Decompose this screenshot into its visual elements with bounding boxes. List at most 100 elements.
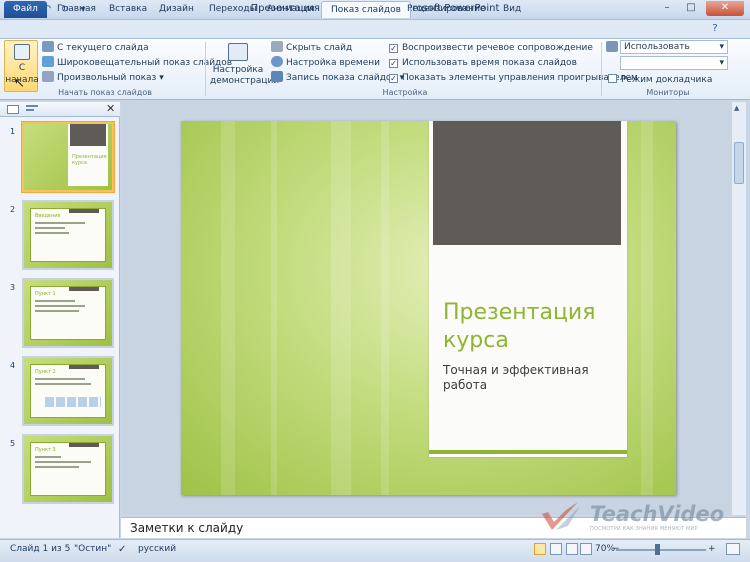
thumbnail-number: 4	[10, 361, 16, 370]
tab-transitions[interactable]: Переходы	[200, 1, 266, 18]
slide-icon	[42, 41, 54, 52]
custom-show-button[interactable]: Произвольный показ ▾	[42, 71, 164, 85]
hide-slide-icon	[271, 41, 283, 52]
slideshow-view-icon[interactable]	[580, 543, 592, 555]
slide-thumbnail-5[interactable]: Пункт 3	[22, 434, 114, 504]
record-label: Запись показа слайдов	[286, 73, 397, 83]
reading-view-icon[interactable]	[566, 543, 578, 555]
language-indicator[interactable]: русский	[138, 544, 176, 554]
tab-home[interactable]: Главная	[48, 1, 105, 18]
thumbnail-title: Введение	[35, 213, 61, 219]
checkbox-checked-icon: ✓	[389, 59, 398, 68]
hide-slide-button[interactable]: Скрыть слайд	[271, 41, 352, 55]
scrollbar-thumb[interactable]	[734, 142, 744, 184]
maximize-button[interactable]: □	[680, 1, 702, 16]
notes-placeholder[interactable]: Заметки к слайду	[130, 521, 243, 535]
slideshow-icon	[14, 44, 30, 60]
thumbnail-number: 1	[10, 127, 16, 136]
thumbnail-diagram	[45, 397, 101, 407]
group-label-start: Начать показ слайдов	[58, 88, 152, 97]
tab-file[interactable]: Файл	[4, 1, 47, 18]
media-controls-label: Показать элементы управления проигрывате…	[402, 73, 638, 83]
ribbon-tab-bar	[0, 20, 750, 38]
slide-title[interactable]: Презентация курса	[443, 299, 623, 355]
group-label-setup: Настройка	[382, 88, 428, 97]
watermark-tagline: ПОСМОТРИ КАК ЗНАНИЯ МЕНЯЮТ МИР	[590, 526, 698, 532]
slide-thumbnail-4[interactable]: Пункт 2	[22, 356, 114, 426]
custom-show-label: Произвольный показ	[57, 73, 157, 83]
thumbnail-title: Презентация курса	[72, 154, 107, 166]
setup-slideshow-button[interactable]: Настройка демонстрации	[210, 41, 280, 89]
thumbnail-number: 5	[10, 439, 16, 448]
resolution-dropdown[interactable]: Использовать текуще... ▾	[620, 40, 728, 64]
mouse-cursor-icon: ↖	[14, 76, 25, 91]
monitor-icon	[606, 41, 618, 52]
outline-tab-icon[interactable]	[26, 105, 38, 114]
zoom-slider-thumb[interactable]	[655, 544, 660, 555]
tab-insert[interactable]: Вставка	[100, 1, 156, 18]
tab-view[interactable]: Вид	[494, 1, 530, 18]
theme-name[interactable]: "Остин"	[74, 544, 111, 554]
checkbox-icon	[608, 74, 617, 83]
slide-counter: Слайд 1 из 5	[10, 544, 71, 554]
slide-thumbnail-2[interactable]: Введение	[22, 200, 114, 270]
from-current-slide-button[interactable]: С текущего слайда	[42, 41, 149, 55]
broadcast-icon	[42, 56, 54, 67]
clock-icon	[271, 56, 283, 67]
slide-thumbnail-3[interactable]: Пункт 1	[22, 278, 114, 348]
thumbnail-title: Пункт 1	[35, 291, 56, 297]
chevron-down-icon: ▾	[156, 73, 164, 83]
setup-line2: демонстрации	[210, 76, 280, 86]
slide-canvas[interactable]: Презентация курса Точная и эффективная р…	[181, 121, 676, 495]
show-on-dropdown[interactable]: ▾	[620, 56, 728, 70]
close-button[interactable]: ✕	[706, 1, 744, 16]
tab-animations[interactable]: Анимация	[258, 1, 324, 18]
minimize-button[interactable]: –	[656, 1, 678, 16]
checkbox-checked-icon: ✓	[389, 44, 398, 53]
chevron-down-icon: ▾	[719, 58, 724, 68]
tab-design[interactable]: Дизайн	[150, 1, 203, 18]
thumbnail-number: 2	[10, 205, 16, 214]
title-card-accent-line	[429, 450, 627, 454]
record-icon	[271, 71, 283, 82]
zoom-slider[interactable]	[616, 549, 706, 551]
slide-sorter-icon[interactable]	[550, 543, 562, 555]
normal-view-icon[interactable]	[534, 543, 546, 555]
rehearse-timings-button[interactable]: Настройка времени	[271, 56, 380, 70]
hide-slide-label: Скрыть слайд	[286, 43, 353, 53]
presenter-view-label: Режим докладчика	[621, 75, 713, 85]
slide-subtitle[interactable]: Точная и эффективная работа	[443, 363, 623, 393]
scroll-up-icon[interactable]: ▲	[734, 104, 739, 112]
use-timings-checkbox[interactable]: ✓ Использовать время показа слайдов	[389, 56, 577, 70]
from-current-label: С текущего слайда	[57, 43, 149, 53]
spellcheck-icon[interactable]: ✓	[118, 544, 126, 555]
tab-review[interactable]: Рецензирование	[398, 1, 494, 18]
presenter-view-checkbox[interactable]: Режим докладчика	[608, 73, 712, 87]
from-beginning-line1: С	[18, 63, 26, 73]
rehearse-label: Настройка времени	[286, 58, 380, 68]
slide-thumbnail-1[interactable]: Презентация курса	[22, 122, 114, 192]
vertical-scrollbar[interactable]: ▲	[731, 102, 746, 515]
thumbnail-title: Пункт 2	[35, 369, 56, 375]
zoom-in-icon[interactable]: +	[708, 544, 716, 554]
play-narrations-checkbox[interactable]: ✓ Воспроизвести речевое сопровождение	[389, 41, 593, 55]
group-separator	[601, 42, 602, 96]
fit-to-window-icon[interactable]	[726, 543, 740, 555]
help-icon[interactable]: ?	[708, 22, 722, 36]
record-slideshow-button[interactable]: Запись показа слайдов ▾	[271, 71, 404, 85]
checkbox-checked-icon: ✓	[389, 74, 398, 83]
use-timings-label: Использовать время показа слайдов	[402, 58, 577, 68]
slides-tab-icon[interactable]	[7, 105, 19, 114]
broadcast-button[interactable]: Широковещательный показ слайдов	[42, 56, 232, 70]
thumbnail-number: 3	[10, 283, 16, 292]
group-label-monitors: Мониторы	[646, 88, 690, 97]
setup-line1: Настройка	[212, 65, 264, 75]
watermark-brand: TeachVideo	[590, 502, 725, 526]
play-narrations-label: Воспроизвести речевое сопровождение	[402, 43, 593, 53]
close-pane-icon[interactable]: ✕	[106, 102, 115, 115]
chevron-down-icon: ▾	[719, 42, 724, 52]
group-separator	[205, 42, 206, 96]
thumbnail-title: Пункт 3	[35, 447, 56, 453]
setup-icon	[228, 43, 248, 61]
teachvideo-logo-icon	[538, 500, 584, 536]
